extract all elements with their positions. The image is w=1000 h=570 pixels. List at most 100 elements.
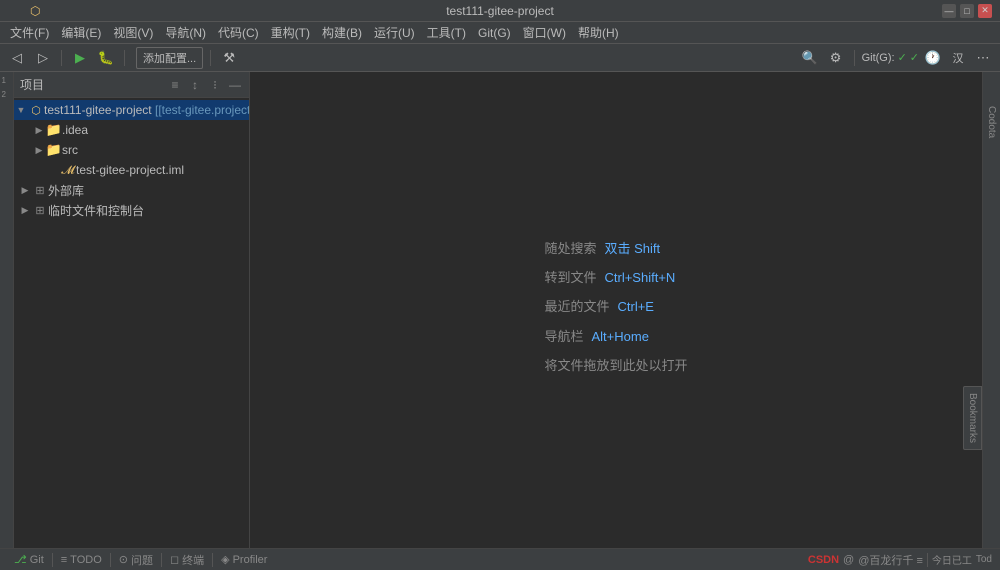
hint-text-3: 最近的文件 (544, 295, 609, 318)
pom-label: test-gitee-project.iml (76, 163, 184, 177)
status-sep-2 (110, 553, 111, 567)
menu-build[interactable]: 构建(B) (316, 22, 368, 43)
window-controls[interactable]: — □ ✕ (942, 4, 992, 18)
git-check-2: ✓ (910, 51, 919, 64)
toolbar-more-button[interactable]: ⋯ (972, 47, 994, 69)
terminal-status-item[interactable]: ◻ 终端 (164, 549, 210, 570)
menu-git[interactable]: Git(G) (472, 22, 517, 43)
right-sidebar[interactable]: Codota (982, 72, 1000, 548)
hint-shortcut-3: Ctrl+E (618, 295, 654, 318)
todo-status-item[interactable]: ≡ TODO (55, 549, 108, 570)
menu-navigate[interactable]: 导航(N) (159, 22, 212, 43)
add-config-button[interactable]: 添加配置... (136, 47, 203, 69)
problems-icon: ⊙ (119, 553, 128, 566)
menu-view[interactable]: 视图(V) (107, 22, 159, 43)
status-sep-5 (927, 553, 928, 567)
tree-item-root[interactable]: ▼ ⬡ test111-gitee-project [[test-gitee.p… (14, 100, 249, 120)
menu-refactor[interactable]: 重构(T) (265, 22, 316, 43)
git-status-item[interactable]: ⎇ Git (8, 549, 50, 570)
git-check-1: ✓ (898, 51, 907, 64)
toolbar-build-project-button[interactable]: ⚒ (218, 47, 240, 69)
menu-tools[interactable]: 工具(T) (421, 22, 472, 43)
todo-label: TODO (70, 554, 102, 566)
codota-label[interactable]: Codota (984, 102, 999, 142)
hint-line-2: 转到文件 Ctrl+Shift+N (544, 266, 687, 289)
toolbar: ◁ ▷ ▶ 🐛 添加配置... ⚒ 🔍 ⚙ Git(G): ✓ ✓ 🕐 汉 ⋯ (0, 44, 1000, 72)
hint-text-4: 导航栏 (544, 325, 583, 348)
menu-help[interactable]: 帮助(H) (572, 22, 625, 43)
maximize-button[interactable]: □ (960, 4, 974, 18)
external-label: 外部库 (48, 182, 84, 199)
side-icon-2[interactable]: 2 (2, 90, 12, 100)
terminal-icon: ◻ (170, 553, 179, 566)
toolbar-separator-3 (210, 50, 211, 66)
panel-action-more[interactable]: ⁝ (207, 77, 223, 93)
toolbar-settings-button[interactable]: ⚙ (825, 47, 847, 69)
menu-edit[interactable]: 编辑(E) (55, 22, 107, 43)
tree-item-pom[interactable]: ▶ 𝓜 test-gitee-project.iml (14, 160, 249, 180)
arrow-root: ▼ (14, 105, 28, 115)
hint-shortcut-4: Alt+Home (592, 325, 649, 348)
status-right: CSDN @ @百龙行千 ≡ 今日已工 Tod (808, 552, 992, 568)
close-button[interactable]: ✕ (978, 4, 992, 18)
tree-item-temp[interactable]: ▶ ⊞ 临时文件和控制台 (14, 200, 249, 220)
problems-status-item[interactable]: ⊙ 问题 (113, 549, 159, 570)
root-label: test111-gitee-project [[test-gitee.proje… (44, 103, 249, 117)
toolbar-debug-button[interactable]: 🐛 (95, 47, 117, 69)
main-layout: 1 2 项目 ≡ ↕ ⁝ — ▼ ⬡ test111-gitee-project (0, 72, 1000, 548)
idea-folder-icon: 📁 (46, 122, 62, 138)
tree-item-external[interactable]: ▶ ⊞ 外部库 (14, 180, 249, 200)
bookmarks-tab[interactable]: Bookmarks (963, 386, 982, 450)
title-bar: ⬡ test111-gitee-project — □ ✕ (0, 0, 1000, 22)
idea-label: .idea (62, 123, 88, 137)
panel-action-sort[interactable]: ↕ (187, 77, 203, 93)
app-icon: ⬡ (30, 4, 40, 18)
editor-area: 随处搜索 双击 Shift 转到文件 Ctrl+Shift+N 最近的文件 Ct… (250, 72, 982, 548)
toolbar-forward-button[interactable]: ▷ (32, 47, 54, 69)
hint-text-1: 随处搜索 (544, 237, 596, 260)
tree-item-idea[interactable]: ▶ 📁 .idea (14, 120, 249, 140)
side-icon-bar: 1 2 (0, 72, 14, 548)
terminal-label: 终端 (182, 552, 204, 568)
toolbar-git-history-button[interactable]: 🕐 (922, 47, 944, 69)
src-folder-icon: 📁 (46, 142, 62, 158)
hint-line-3: 最近的文件 Ctrl+E (544, 295, 687, 318)
profiler-label: Profiler (233, 554, 268, 566)
panel-action-minimize[interactable]: — (227, 77, 243, 93)
menu-run[interactable]: 运行(U) (368, 22, 421, 43)
toolbar-back-button[interactable]: ◁ (6, 47, 28, 69)
profiler-status-item[interactable]: ◈ Profiler (215, 549, 273, 570)
todo-icon: ≡ (61, 554, 67, 566)
arrow-src: ▶ (32, 145, 46, 156)
hint-text-2: 转到文件 (544, 266, 596, 289)
git-status: Git(G): ✓ ✓ 🕐 汉 ⋯ (862, 47, 994, 69)
panel-action-gear[interactable]: ≡ (167, 77, 183, 93)
side-icon-1[interactable]: 1 (2, 76, 12, 86)
hint-shortcut-1: 双击 Shift (605, 237, 661, 260)
toolbar-run-button[interactable]: ▶ (69, 47, 91, 69)
editor-hints: 随处搜索 双击 Shift 转到文件 Ctrl+Shift+N 最近的文件 Ct… (544, 237, 687, 384)
hint-line-1: 随处搜索 双击 Shift (544, 237, 687, 260)
menu-window[interactable]: 窗口(W) (517, 22, 572, 43)
arrow-temp: ▶ (18, 205, 32, 216)
minimize-button[interactable]: — (942, 4, 956, 18)
menu-bar: 文件(F) 编辑(E) 视图(V) 导航(N) 代码(C) 重构(T) 构建(B… (0, 22, 1000, 44)
status-sep-3 (161, 553, 162, 567)
toolbar-search-button[interactable]: 🔍 (799, 47, 821, 69)
git-branch-icon: ⎇ (14, 553, 27, 566)
toolbar-separator-4 (854, 50, 855, 66)
hint-line-5: 将文件拖放到此处以打开 (544, 354, 687, 377)
git-status-label: Git (30, 554, 44, 566)
problems-label: 问题 (131, 552, 153, 568)
menu-file[interactable]: 文件(F) (4, 22, 55, 43)
toolbar-separator-1 (61, 50, 62, 66)
toolbar-translate-button[interactable]: 汉 (947, 47, 969, 69)
toolbar-separator-2 (124, 50, 125, 66)
tree-item-src[interactable]: ▶ 📁 src (14, 140, 249, 160)
project-panel: 项目 ≡ ↕ ⁝ — ▼ ⬡ test111-gitee-project [[t… (14, 72, 250, 548)
menu-code[interactable]: 代码(C) (212, 22, 265, 43)
profiler-icon: ◈ (221, 553, 229, 566)
temp-icon: ⊞ (32, 204, 48, 217)
datetime-label: 今日已工 (932, 552, 972, 567)
window-title: test111-gitee-project (8, 4, 992, 18)
